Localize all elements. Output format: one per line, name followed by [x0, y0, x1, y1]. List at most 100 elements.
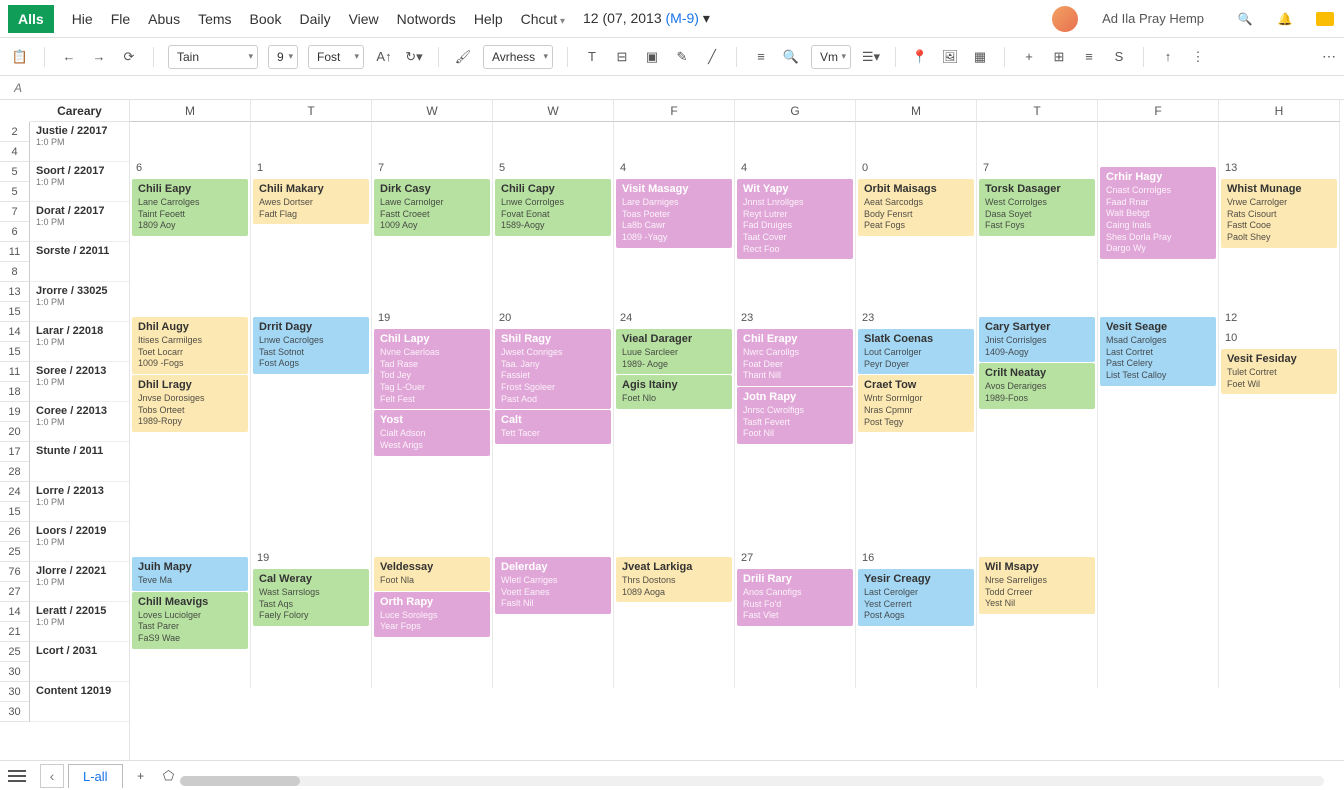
select-all-corner[interactable] — [0, 100, 30, 122]
sheet-options-icon[interactable]: ⬠ — [159, 766, 179, 786]
row-header[interactable]: 19 — [0, 402, 30, 422]
row-header[interactable]: 20 — [0, 422, 30, 442]
column-header[interactable]: M — [856, 100, 977, 122]
sheet-tab[interactable]: L-all — [68, 764, 123, 788]
user-avatar[interactable] — [1052, 6, 1078, 32]
row-header[interactable]: 11 — [0, 362, 30, 382]
name-box[interactable]: A — [0, 81, 30, 95]
dash-icon[interactable]: ⊟ — [612, 47, 632, 67]
menu-help[interactable]: Help — [474, 11, 503, 27]
event-card[interactable]: Chili EapyLane CarrolgesTaint Feoett1809… — [132, 179, 248, 236]
menu-book[interactable]: Book — [250, 11, 282, 27]
event-card[interactable]: Wil MsapyNrse SarreligesTodd CrreerYest … — [979, 557, 1095, 614]
event-card[interactable]: Jotn RapyJnrsc CwrolfigsTasft FevertFoot… — [737, 387, 853, 444]
font-name-select[interactable]: Fost — [308, 45, 364, 69]
event-card[interactable]: Chili MakaryAwes DortserFadt Flag — [253, 179, 369, 224]
event-card[interactable]: Shil RagyJwset ConrigesTaa. JanyFassietF… — [495, 329, 611, 409]
column-header[interactable]: H — [1219, 100, 1340, 122]
event-card[interactable]: Craet TowWntr SorrnlgorNras CpmnrPost Te… — [858, 375, 974, 432]
event-card[interactable]: Chil LapyNvne CaerloasTad RaseTod JeyTag… — [374, 329, 490, 409]
list-icon[interactable]: ☰▾ — [861, 47, 881, 67]
app-logo[interactable]: Alls — [8, 5, 54, 33]
folder-icon[interactable] — [1314, 8, 1336, 30]
event-card[interactable]: Yesir CreagyLast CerolgerYest CerrertPos… — [858, 569, 974, 626]
event-card[interactable]: Visit MasagyLare DarnigesToas PoeterLa8b… — [616, 179, 732, 248]
zoom-icon[interactable]: 🔍 — [781, 47, 801, 67]
pin-icon[interactable]: 📍 — [910, 47, 930, 67]
increase-icon[interactable]: A↑ — [374, 47, 394, 67]
menu-hie[interactable]: Hie — [72, 11, 93, 27]
event-card[interactable]: Wit YapyJnnst LnrollgesReyt LutrerFad Dr… — [737, 179, 853, 259]
row-header[interactable]: 14 — [0, 322, 30, 342]
row-header[interactable]: 15 — [0, 502, 30, 522]
row-header[interactable]: 14 — [0, 602, 30, 622]
row-header[interactable]: 15 — [0, 342, 30, 362]
row-header[interactable]: 76 — [0, 562, 30, 582]
menu-daily[interactable]: Daily — [299, 11, 330, 27]
up-icon[interactable]: ↑ — [1158, 47, 1178, 67]
row-header[interactable]: 25 — [0, 642, 30, 662]
column-header[interactable]: G — [735, 100, 856, 122]
event-card[interactable]: Drili RaryAnos CanofigsRust Fo'dFast Vle… — [737, 569, 853, 626]
column-header[interactable]: F — [614, 100, 735, 122]
row-header[interactable]: 15 — [0, 302, 30, 322]
row-header[interactable]: 27 — [0, 582, 30, 602]
event-card[interactable]: YostCialt AdsonWest Arigs — [374, 410, 490, 455]
row-header[interactable]: 5 — [0, 162, 30, 182]
clipboard-icon[interactable]: 📋 — [10, 47, 30, 67]
column-header[interactable]: W — [372, 100, 493, 122]
column-header[interactable]: M — [130, 100, 251, 122]
event-card[interactable]: Chill MeavigsLoves LuciolgerTast ParerFa… — [132, 592, 248, 649]
strike-icon[interactable]: S — [1109, 47, 1129, 67]
row-header[interactable]: 8 — [0, 262, 30, 282]
row-header[interactable]: 26 — [0, 522, 30, 542]
horizontal-scrollbar[interactable] — [180, 776, 1324, 786]
scrollbar-thumb[interactable] — [180, 776, 300, 786]
event-card[interactable]: Slatk CoenasLout CarrolgerPeyr Doyer — [858, 329, 974, 374]
event-card[interactable]: Whist MunageVrwe CarrolgerRats CisourtFa… — [1221, 179, 1337, 248]
more-icon[interactable]: ⋮ — [1188, 47, 1208, 67]
event-card[interactable]: Juih MapyTeve Ma — [132, 557, 248, 591]
column-header[interactable]: F — [1098, 100, 1219, 122]
event-card[interactable]: Torsk DasagerWest CorrolgesDasa SoyetFas… — [979, 179, 1095, 236]
date-display[interactable]: 12 (07, 2013 (M-9) ▾ — [583, 10, 710, 27]
notification-icon[interactable]: 🔔 — [1274, 8, 1296, 30]
event-card[interactable]: Agis ItainyFoet Nlo — [616, 375, 732, 409]
align-select[interactable]: Avrhess — [483, 45, 553, 69]
decrease-icon[interactable]: ↻▾ — [404, 47, 424, 67]
grid-icon[interactable]: ⊞ — [1049, 47, 1069, 67]
search-icon[interactable]: 🔍 — [1234, 8, 1256, 30]
event-card[interactable]: Vesit SeageMsad CarolgesLast CortretPast… — [1100, 317, 1216, 386]
event-card[interactable]: Dirk CasyLawe CarnolgerFastt Croeet1009 … — [374, 179, 490, 236]
event-card[interactable]: Cary SartyerJnist Corrislges1409-Aogy — [979, 317, 1095, 362]
column-header[interactable]: T — [251, 100, 372, 122]
menu-icon[interactable]: ≡ — [1079, 47, 1099, 67]
align-left-icon[interactable]: ≡ — [751, 47, 771, 67]
row-header[interactable]: 18 — [0, 382, 30, 402]
menu-abus[interactable]: Abus — [148, 11, 180, 27]
row-header[interactable]: 7 — [0, 202, 30, 222]
row-header[interactable]: 13 — [0, 282, 30, 302]
image-icon[interactable]: 🖼 — [940, 47, 960, 67]
event-card[interactable]: Drrit DagyLnwe CacrolgesTast SotnotFost … — [253, 317, 369, 374]
menu-tems[interactable]: Tems — [198, 11, 231, 27]
event-card[interactable]: CaltTett Tacer — [495, 410, 611, 444]
event-card[interactable]: Cal WerayWast SarrslogsTast AqsFaely Fol… — [253, 569, 369, 626]
row-header[interactable]: 30 — [0, 662, 30, 682]
plus-icon[interactable]: + — [1019, 47, 1039, 67]
row-header[interactable]: 21 — [0, 622, 30, 642]
scroll-left-button[interactable]: ‹ — [40, 764, 64, 788]
column-header[interactable]: W — [493, 100, 614, 122]
event-card[interactable]: Vesit FesidayTulet CortretFoet Wil — [1221, 349, 1337, 394]
event-card[interactable]: Dhil LragyJnvse DorosigesTobs Orteet1989… — [132, 375, 248, 432]
pencil-icon[interactable]: ✎ — [672, 47, 692, 67]
row-header[interactable]: 11 — [0, 242, 30, 262]
row-header[interactable]: 30 — [0, 702, 30, 722]
font-family-select[interactable]: Tain — [168, 45, 258, 69]
box-icon[interactable]: ▣ — [642, 47, 662, 67]
menu-fle[interactable]: Fle — [111, 11, 130, 27]
event-card[interactable]: Crilt NeatayAvos Derariges1989-Foos — [979, 363, 1095, 408]
forward-icon[interactable]: → — [89, 47, 109, 67]
event-card[interactable]: Chil ErapyNwrc CarollgsFoat DeerThant Ni… — [737, 329, 853, 386]
menu-view[interactable]: View — [349, 11, 379, 27]
